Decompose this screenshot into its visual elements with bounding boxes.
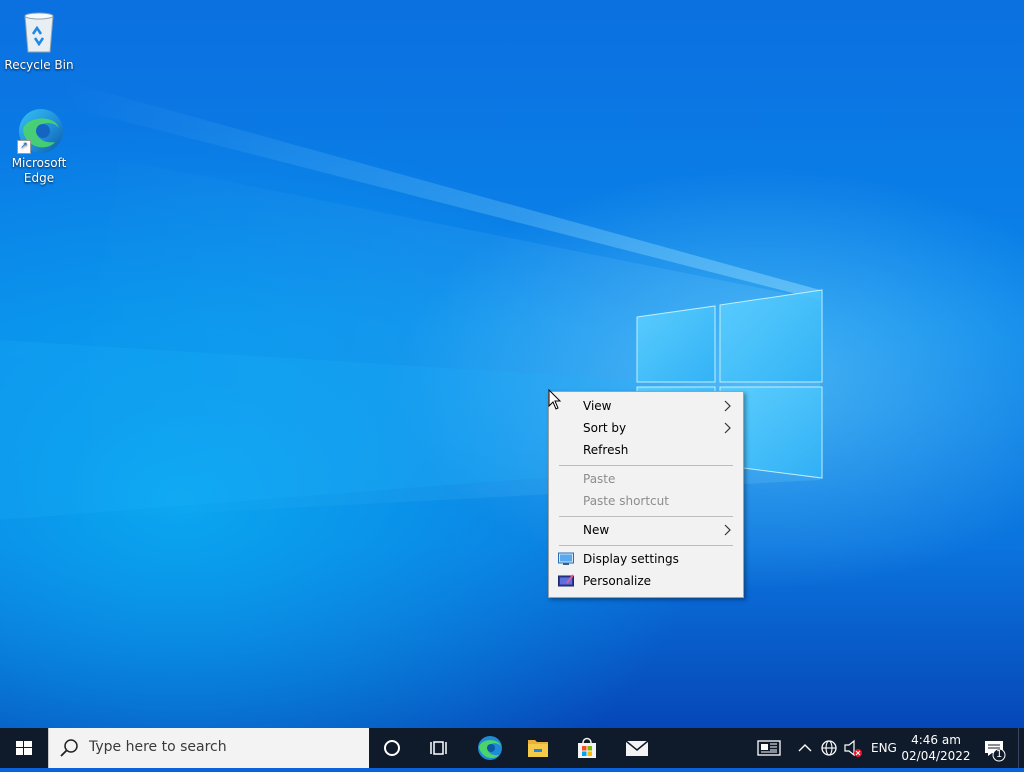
clock[interactable]: 4:46 am 02/04/2022 <box>898 732 974 764</box>
notification-count: 1 <box>996 749 1003 760</box>
menu-item-refresh[interactable]: Refresh <box>549 439 743 461</box>
menu-item-paste-shortcut[interactable]: Paste shortcut <box>549 490 743 512</box>
edge-label-line2: Edge <box>23 171 55 185</box>
mouse-cursor-icon <box>548 389 562 410</box>
menu-item-view-label: View <box>583 399 612 413</box>
news-widget-button[interactable] <box>752 728 786 768</box>
language-indicator[interactable]: ENG <box>871 741 897 755</box>
news-icon <box>757 740 781 756</box>
mail-button[interactable] <box>613 728 661 768</box>
menu-item-new[interactable]: New <box>549 519 743 541</box>
shortcut-arrow-icon: ↗ <box>17 140 31 154</box>
taskbar-edge-button[interactable] <box>466 728 514 768</box>
task-view-icon <box>430 741 447 755</box>
menu-item-paste[interactable]: Paste <box>549 468 743 490</box>
mail-icon <box>625 740 649 756</box>
menu-item-new-label: New <box>583 523 610 537</box>
show-desktop-button[interactable] <box>1018 728 1024 768</box>
menu-item-paste-shortcut-label: Paste shortcut <box>583 494 669 508</box>
start-button[interactable] <box>0 728 48 768</box>
clock-date: 02/04/2022 <box>901 749 971 763</box>
menu-item-personalize[interactable]: Personalize <box>549 570 743 592</box>
chevron-right-icon <box>724 422 731 434</box>
taskbar-search-box[interactable]: Type here to search <box>48 728 369 768</box>
personalize-icon <box>558 574 574 587</box>
cortana-icon <box>384 740 400 756</box>
display-settings-icon <box>558 552 574 565</box>
search-icon <box>60 739 78 757</box>
network-globe-icon <box>821 740 837 756</box>
file-explorer-icon <box>528 740 548 757</box>
recycle-bin-label: Recycle Bin <box>4 58 74 72</box>
menu-item-sort-by[interactable]: Sort by <box>549 417 743 439</box>
menu-item-view[interactable]: View <box>549 395 743 417</box>
action-center-button[interactable]: 1 <box>980 728 1010 768</box>
menu-item-paste-label: Paste <box>583 472 616 486</box>
chevron-right-icon <box>724 400 731 412</box>
microsoft-store-button[interactable] <box>563 728 611 768</box>
cortana-button[interactable] <box>368 728 416 768</box>
menu-separator <box>559 545 733 546</box>
menu-item-display-settings-label: Display settings <box>583 552 679 566</box>
search-placeholder: Type here to search <box>89 739 227 755</box>
desktop-icon-recycle-bin[interactable]: Recycle Bin <box>1 8 77 73</box>
menu-item-sort-by-label: Sort by <box>583 421 627 435</box>
menu-item-personalize-label: Personalize <box>583 574 652 588</box>
notification-icon <box>985 741 1006 762</box>
chevron-right-icon <box>724 524 731 536</box>
recycle-bin-icon <box>15 8 63 56</box>
menu-separator <box>559 465 733 466</box>
clock-time: 4:46 am <box>911 733 961 747</box>
file-explorer-button[interactable] <box>514 728 562 768</box>
desktop-icon-microsoft-edge[interactable]: ↗ Microsoft Edge <box>1 106 77 186</box>
desktop-context-menu: View Sort by Refresh Paste Paste shortcu… <box>548 391 744 598</box>
microsoft-store-icon <box>578 737 596 758</box>
menu-item-display-settings[interactable]: Display settings <box>549 548 743 570</box>
menu-item-refresh-label: Refresh <box>583 443 629 457</box>
volume-button[interactable] <box>842 728 864 768</box>
network-button[interactable] <box>818 728 840 768</box>
volume-muted-icon <box>844 739 862 757</box>
windows-start-icon <box>16 741 32 755</box>
desktop[interactable]: Recycle Bin ↗ Microsoft Edge <box>0 0 1024 728</box>
taskbar: Type here to search ENG 4:46 am 02/04/20… <box>0 728 1024 768</box>
task-view-button[interactable] <box>416 728 464 768</box>
chevron-up-icon <box>798 744 812 752</box>
edge-label-line1: Microsoft <box>11 156 67 170</box>
wallpaper-windows-logo <box>636 289 823 479</box>
show-hidden-icons-button[interactable] <box>795 728 815 768</box>
edge-icon: ↗ <box>15 106 63 154</box>
edge-icon <box>478 736 502 760</box>
menu-separator <box>559 516 733 517</box>
